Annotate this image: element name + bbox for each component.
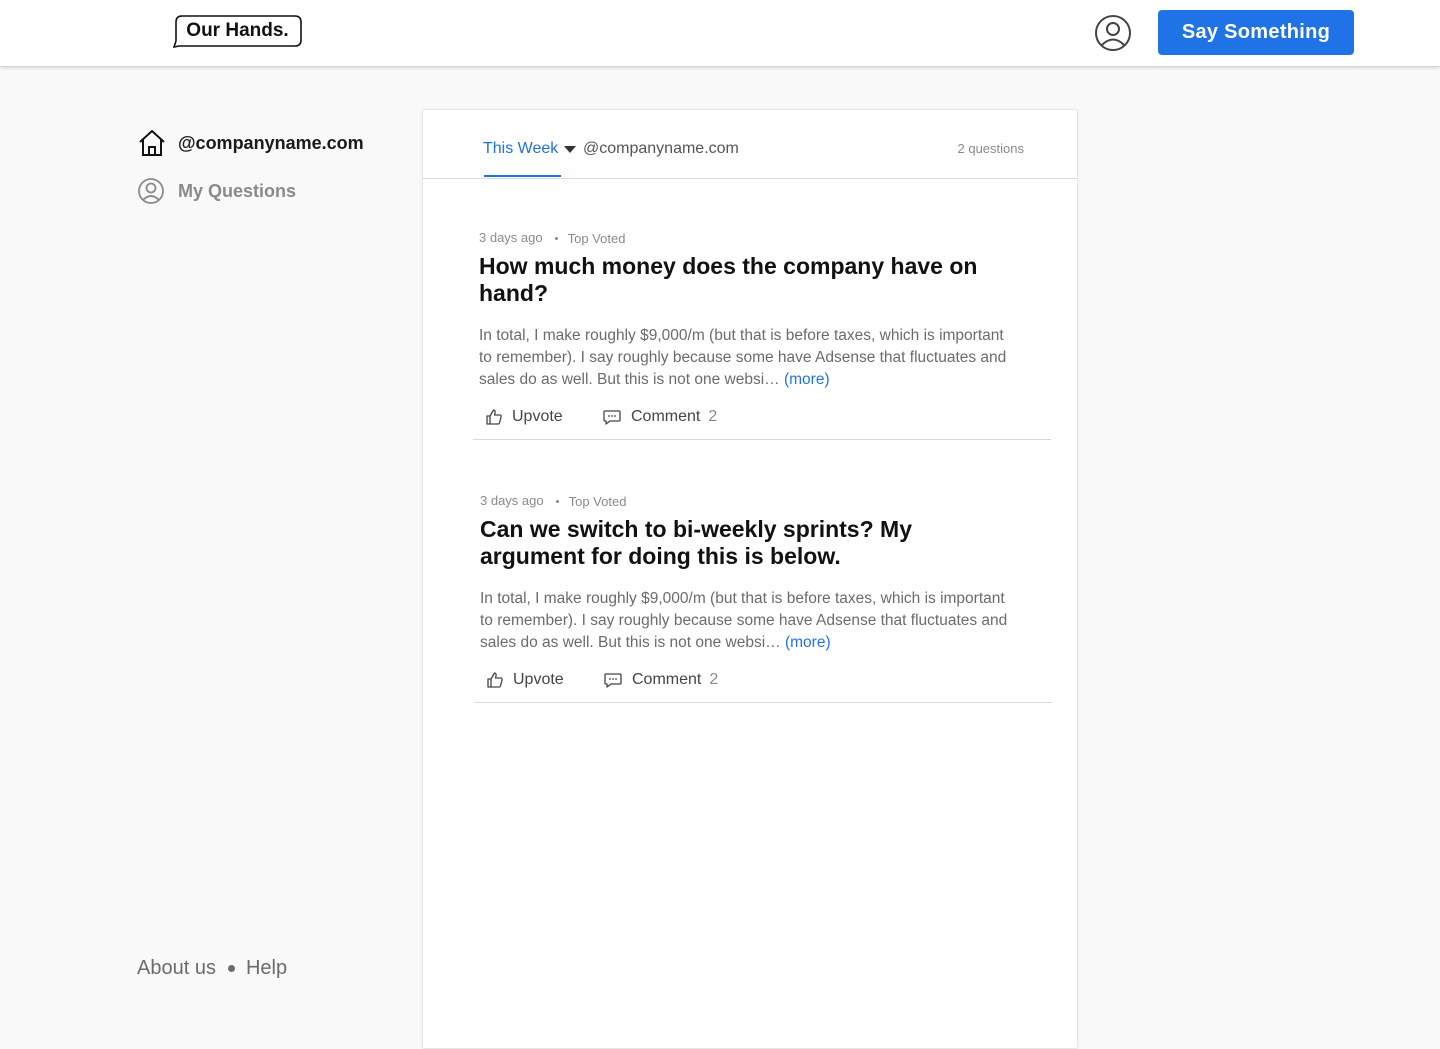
upvote-button[interactable]: Upvote	[486, 668, 564, 692]
home-icon	[139, 130, 165, 156]
question-title[interactable]: How much money does the company have on …	[479, 253, 999, 307]
sidebar-item-label: My Questions	[178, 180, 297, 201]
question-card: 3 days ago Top Voted Can we switch to bi…	[480, 492, 1007, 698]
scope-label: @companyname.com	[583, 140, 739, 157]
thumbs-up-icon	[486, 409, 502, 425]
upvote-button[interactable]: Upvote	[485, 405, 563, 429]
comment-count: 2	[709, 671, 719, 688]
comment-icon	[603, 410, 621, 425]
footer-separator	[227, 965, 235, 972]
comment-label: Comment	[632, 671, 702, 688]
question-card: 3 days ago Top Voted How much money does…	[479, 229, 1006, 435]
post-actions: Upvote Comment 2	[480, 668, 1002, 698]
footer-links: About us Help	[137, 957, 287, 980]
post-tag: Top Voted	[568, 494, 627, 509]
tab-this-week[interactable]: This Week	[483, 140, 558, 158]
comment-button[interactable]: Comment 2	[603, 668, 718, 692]
question-count: 2 questions	[957, 141, 1025, 156]
meta-separator	[554, 237, 558, 240]
question-body-text: In total, I make roughly $9,000/m (but t…	[479, 327, 1007, 388]
sidebar-item-home[interactable]: @companyname.com	[137, 128, 364, 158]
post-tag: Top Voted	[567, 231, 626, 246]
comment-icon	[604, 673, 622, 688]
post-divider	[473, 439, 1051, 440]
user-circle-icon	[138, 178, 164, 204]
help-link[interactable]: Help	[246, 957, 287, 980]
thumbs-up-icon	[487, 672, 503, 688]
active-tab-indicator	[484, 175, 561, 177]
say-something-button[interactable]: Say Something	[1158, 10, 1354, 55]
post-meta: 3 days ago Top Voted	[480, 492, 1002, 510]
post-actions: Upvote Comment 2	[479, 405, 1001, 435]
more-link[interactable]: (more)	[785, 634, 831, 651]
post-age: 3 days ago	[480, 492, 544, 508]
comment-label: Comment	[631, 408, 701, 425]
user-avatar-icon[interactable]	[1094, 14, 1132, 52]
questions-panel: This Week @companyname.com 2 questions 3…	[422, 109, 1078, 1049]
meta-separator	[555, 500, 559, 503]
panel-header: This Week @companyname.com 2 questions	[423, 110, 1077, 179]
upvote-label: Upvote	[512, 408, 563, 425]
top-bar: Our Hands. Say Something	[0, 0, 1440, 67]
sidebar-item-my-questions[interactable]: My Questions	[137, 176, 296, 206]
comment-button[interactable]: Comment 2	[602, 405, 717, 429]
logo[interactable]: Our Hands.	[173, 15, 302, 48]
logo-text: Our Hands.	[186, 20, 289, 41]
post-meta: 3 days ago Top Voted	[479, 229, 1001, 247]
more-link[interactable]: (more)	[784, 371, 830, 388]
question-body: In total, I make roughly $9,000/m (but t…	[480, 588, 1010, 654]
question-body-text: In total, I make roughly $9,000/m (but t…	[480, 590, 1008, 651]
chevron-down-icon[interactable]	[564, 146, 576, 153]
question-title[interactable]: Can we switch to bi-weekly sprints? My a…	[480, 516, 1000, 570]
question-body: In total, I make roughly $9,000/m (but t…	[479, 325, 1009, 391]
post-age: 3 days ago	[479, 229, 543, 245]
sidebar-item-label: @companyname.com	[178, 132, 364, 153]
about-us-link[interactable]: About us	[137, 957, 216, 980]
comment-count: 2	[708, 408, 718, 425]
post-divider	[474, 702, 1052, 703]
upvote-label: Upvote	[513, 671, 564, 688]
